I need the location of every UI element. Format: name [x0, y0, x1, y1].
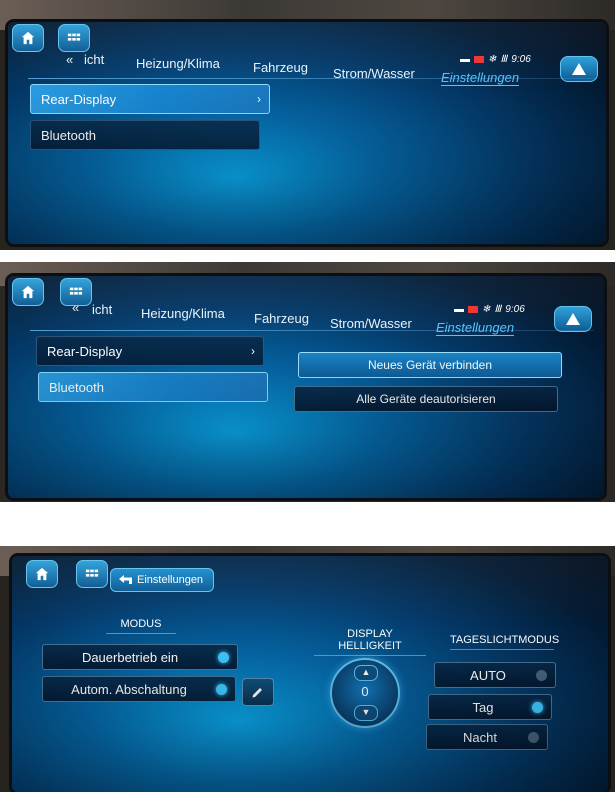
tageslichtmodus-heading: TAGESLICHTMODUS	[450, 634, 559, 650]
screenshot-panel-3: Einstellungen MODUS Dauerbetrieb ein Aut…	[0, 546, 615, 792]
tab-divider	[30, 330, 594, 331]
home-icon	[21, 285, 35, 299]
warning-triangle-icon	[566, 313, 580, 325]
list-item-rear-display[interactable]: Rear-Display ›	[30, 84, 270, 114]
status-bar: ▬ ❄ Ⅲ 9:06	[460, 54, 531, 65]
snowflake-icon: ❄	[482, 304, 491, 315]
option-label: Dauerbetrieb ein	[81, 649, 179, 665]
home-button[interactable]	[12, 24, 44, 52]
grid-icon	[85, 569, 99, 577]
home-button[interactable]	[12, 278, 44, 306]
option-nacht[interactable]: Nacht	[426, 724, 548, 750]
option-auto[interactable]: AUTO	[434, 662, 556, 688]
list-item-label: Bluetooth	[49, 379, 104, 395]
list-item-label: Rear-Display	[41, 91, 117, 107]
option-label: Autom. Abschaltung	[71, 681, 187, 697]
back-arrow-icon	[119, 575, 132, 584]
list-item-rear-display[interactable]: Rear-Display ›	[36, 336, 264, 366]
connect-new-device-button[interactable]: Neues Gerät verbinden	[298, 352, 562, 378]
battery-icon: ▬	[454, 304, 464, 315]
radio-indicator-on	[532, 701, 543, 713]
apps-button[interactable]	[58, 24, 90, 52]
tab-uebersicht[interactable]: icht	[84, 52, 104, 67]
brightness-knob[interactable]: ▲ 0 ▼	[330, 658, 400, 728]
brightness-value: 0	[361, 684, 369, 699]
modus-heading: MODUS	[106, 618, 176, 634]
nav-back-icon[interactable]: «	[66, 52, 73, 67]
tab-heizung-klima[interactable]: Heizung/Klima	[136, 56, 220, 71]
snowflake-icon: ❄	[488, 54, 497, 65]
list-item-bluetooth[interactable]: Bluetooth	[38, 372, 268, 402]
tab-fahrzeug[interactable]: Fahrzeug	[253, 60, 308, 75]
radio-indicator-off	[536, 669, 547, 681]
option-autom-abschaltung[interactable]: Autom. Abschaltung	[42, 676, 236, 702]
chevron-up-icon[interactable]: ▲	[354, 665, 378, 681]
hazard-button[interactable]	[554, 306, 592, 332]
radio-indicator-off	[528, 731, 539, 743]
option-tag[interactable]: Tag	[428, 694, 552, 720]
home-button[interactable]	[26, 560, 58, 588]
home-icon	[35, 567, 49, 581]
clock-time: 9:06	[511, 54, 531, 65]
apps-button[interactable]	[76, 560, 108, 588]
back-label: Einstellungen	[137, 574, 204, 586]
tab-uebersicht[interactable]: icht	[92, 302, 112, 317]
tab-divider	[28, 78, 596, 79]
edit-button[interactable]	[242, 678, 274, 706]
warning-triangle-icon	[572, 63, 586, 75]
option-label: Tag	[472, 699, 494, 715]
back-to-settings-button[interactable]: Einstellungen	[110, 568, 214, 592]
tab-strom-wasser[interactable]: Strom/Wasser	[330, 316, 412, 331]
head-unit-screen: « icht Heizung/Klima Fahrzeug Strom/Wass…	[8, 22, 606, 244]
radio-indicator-on	[216, 683, 227, 695]
battery-icon: ▬	[460, 54, 470, 65]
screenshot-panel-2: « icht Heizung/Klima Fahrzeug Strom/Wass…	[0, 262, 615, 502]
grid-icon	[67, 33, 81, 41]
signal-icon: Ⅲ	[494, 304, 502, 315]
nav-back-icon[interactable]: «	[72, 300, 79, 315]
screenshot-panel-1: « icht Heizung/Klima Fahrzeug Strom/Wass…	[0, 0, 615, 250]
option-label: Nacht	[463, 729, 497, 745]
pencil-icon	[252, 688, 262, 698]
home-icon	[21, 31, 35, 45]
chevron-right-icon: ›	[257, 92, 261, 106]
signal-icon: Ⅲ	[500, 54, 508, 65]
status-bar: ▬ ❄ Ⅲ 9:06	[454, 304, 525, 315]
chevron-right-icon: ›	[251, 344, 255, 358]
grid-icon	[69, 287, 83, 295]
clock-time: 9:06	[505, 304, 525, 315]
deauthorize-all-devices-button[interactable]: Alle Geräte deautorisieren	[294, 386, 558, 412]
tab-fahrzeug[interactable]: Fahrzeug	[254, 311, 309, 326]
tab-einstellungen[interactable]: Einstellungen	[436, 320, 515, 336]
head-unit-screen: « icht Heizung/Klima Fahrzeug Strom/Wass…	[8, 276, 604, 498]
warning-indicator-icon	[474, 56, 484, 63]
chevron-down-icon[interactable]: ▼	[354, 705, 378, 721]
warning-indicator-icon	[468, 306, 478, 313]
display-helligkeit-heading: DISPLAY HELLIGKEIT	[314, 628, 426, 656]
option-label: AUTO	[470, 667, 506, 683]
option-dauerbetrieb-ein[interactable]: Dauerbetrieb ein	[42, 644, 238, 670]
head-unit-screen: Einstellungen MODUS Dauerbetrieb ein Aut…	[12, 556, 608, 792]
list-item-label: Rear-Display	[47, 343, 123, 359]
tab-heizung-klima[interactable]: Heizung/Klima	[141, 306, 225, 321]
radio-indicator-on	[218, 651, 229, 663]
list-item-bluetooth[interactable]: Bluetooth	[30, 120, 260, 150]
list-item-label: Bluetooth	[41, 127, 96, 143]
